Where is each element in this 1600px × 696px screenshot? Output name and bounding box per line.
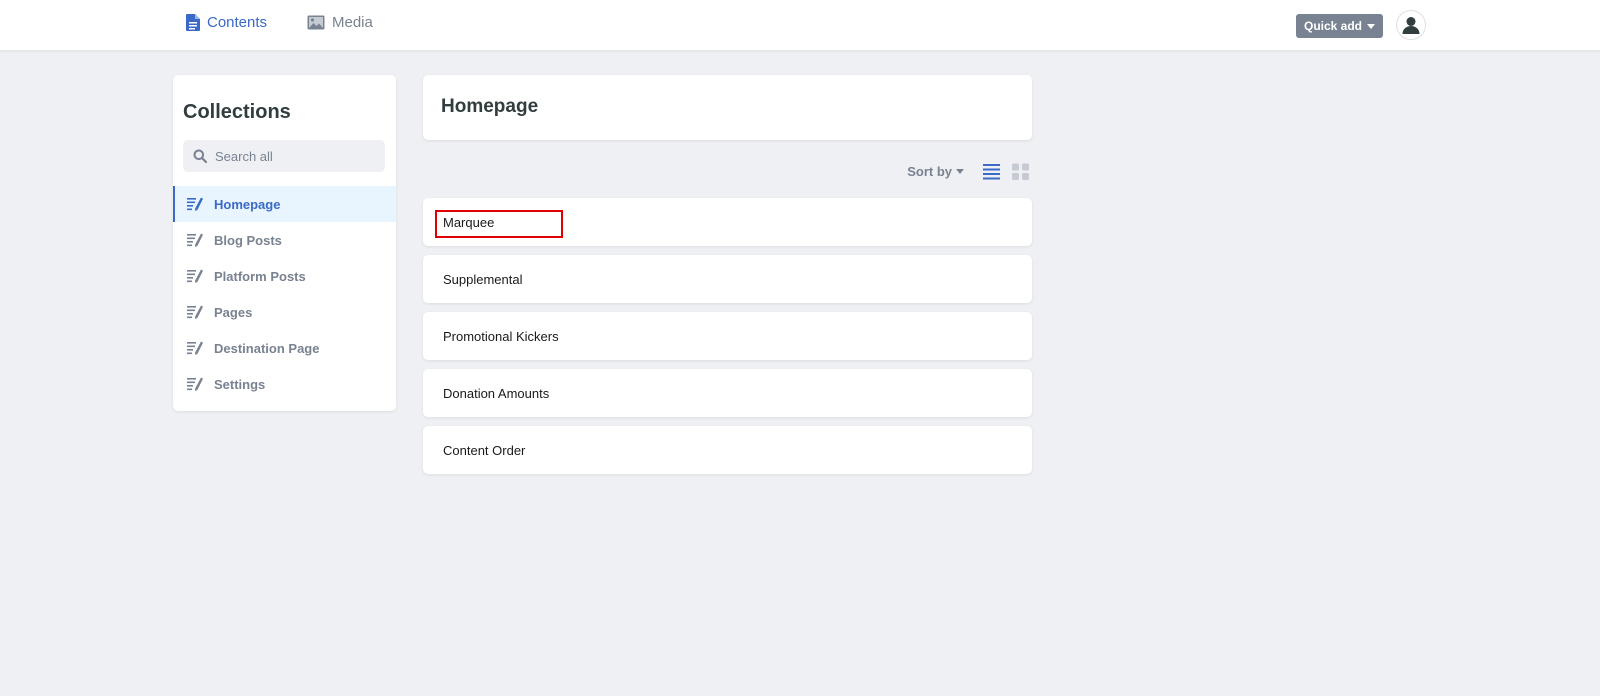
list-item-label: Content Order bbox=[443, 442, 526, 458]
collections-list: Homepage Blog Posts Platform Posts Pages… bbox=[173, 186, 396, 402]
top-nav-bar: Contents Media Quick add bbox=[0, 0, 1600, 50]
nav-media-link[interactable]: Media bbox=[307, 14, 373, 31]
user-avatar[interactable] bbox=[1396, 10, 1426, 40]
write-icon bbox=[187, 269, 204, 283]
list-item-label: Donation Amounts bbox=[443, 385, 550, 401]
sort-by-label: Sort by bbox=[907, 164, 952, 179]
list-item-donation-amounts[interactable]: Donation Amounts bbox=[423, 369, 1032, 417]
search-icon bbox=[193, 149, 207, 163]
entries-list: Marquee Supplemental Promotional Kickers… bbox=[423, 198, 1032, 483]
write-icon bbox=[187, 197, 204, 211]
sidebar-item-label: Pages bbox=[214, 304, 253, 320]
chevron-down-icon bbox=[1367, 23, 1375, 29]
entries-toolbar: Sort by bbox=[423, 160, 1032, 184]
sidebar-item-destination-page[interactable]: Destination Page bbox=[173, 330, 396, 366]
collection-header: Homepage bbox=[423, 75, 1032, 140]
list-item-label: Marquee bbox=[443, 214, 495, 230]
nav-contents-label: Contents bbox=[207, 14, 268, 31]
search-input[interactable] bbox=[213, 147, 373, 165]
page-title: Homepage bbox=[441, 96, 539, 117]
image-icon bbox=[307, 15, 325, 30]
nav-media-label: Media bbox=[332, 14, 373, 31]
user-icon bbox=[1400, 14, 1422, 36]
write-icon bbox=[187, 233, 204, 247]
collections-sidebar: Collections Homepage bbox=[173, 75, 396, 411]
sidebar-item-label: Platform Posts bbox=[214, 268, 306, 284]
sidebar-item-label: Settings bbox=[214, 376, 266, 392]
list-item-label: Promotional Kickers bbox=[443, 328, 559, 344]
search-box bbox=[183, 140, 385, 172]
grid-view-icon[interactable] bbox=[1012, 163, 1029, 180]
list-item-label: Supplemental bbox=[443, 271, 523, 287]
write-icon bbox=[187, 341, 204, 355]
sidebar-item-homepage[interactable]: Homepage bbox=[173, 186, 396, 222]
sidebar-item-label: Destination Page bbox=[214, 340, 320, 356]
chevron-down-icon bbox=[956, 169, 964, 174]
sidebar-item-label: Homepage bbox=[214, 196, 281, 212]
sidebar-item-platform-posts[interactable]: Platform Posts bbox=[173, 258, 396, 294]
sort-by-dropdown[interactable]: Sort by bbox=[907, 164, 964, 179]
quick-add-label: Quick add bbox=[1303, 19, 1362, 33]
write-icon bbox=[187, 305, 204, 319]
sidebar-item-pages[interactable]: Pages bbox=[173, 294, 396, 330]
nav-contents-link[interactable]: Contents bbox=[186, 14, 267, 31]
sidebar-title: Collections bbox=[183, 101, 291, 123]
list-item-marquee[interactable]: Marquee bbox=[423, 198, 1032, 246]
sidebar-item-blog-posts[interactable]: Blog Posts bbox=[173, 222, 396, 258]
list-item-supplemental[interactable]: Supplemental bbox=[423, 255, 1032, 303]
list-view-icon[interactable] bbox=[983, 163, 1000, 180]
quick-add-button[interactable]: Quick add bbox=[1296, 14, 1383, 38]
sidebar-item-label: Blog Posts bbox=[214, 232, 282, 248]
list-item-content-order[interactable]: Content Order bbox=[423, 426, 1032, 474]
sidebar-item-settings[interactable]: Settings bbox=[173, 366, 396, 402]
document-icon bbox=[186, 14, 200, 31]
write-icon bbox=[187, 377, 204, 391]
list-item-promotional-kickers[interactable]: Promotional Kickers bbox=[423, 312, 1032, 360]
